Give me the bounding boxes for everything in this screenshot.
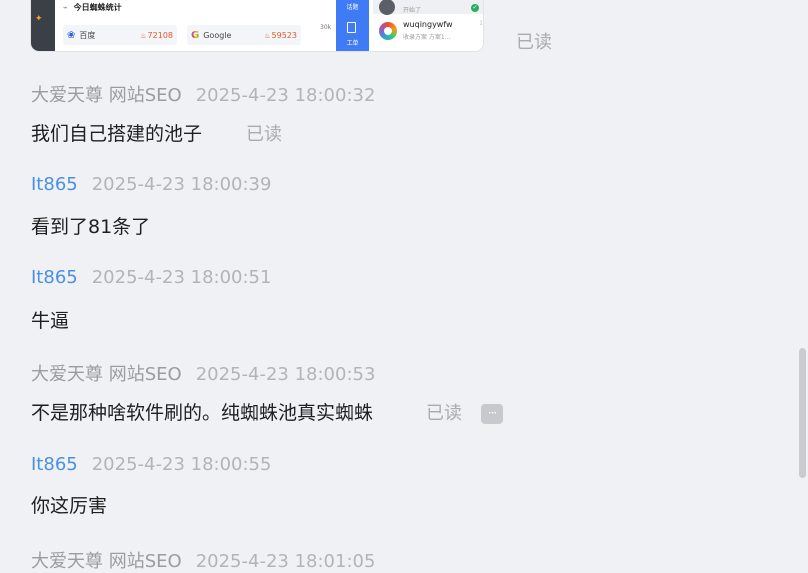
stat-card-baidu: ❀ 百度 72108: [63, 25, 177, 45]
sender-name[interactable]: It865: [31, 267, 78, 288]
chart-icon: ⌁: [63, 3, 68, 12]
message-content[interactable]: 我们自己搭建的池子: [31, 119, 202, 146]
axis-tick-label: 30k: [320, 24, 332, 31]
message-image-attachment[interactable]: ✦ ✦ ⌁ 今日蜘蛛统计 ❀ 百度 72108 G Google 59523 3…: [31, 0, 483, 51]
sender-name[interactable]: 大爱天尊 网站SEO: [31, 364, 182, 385]
contact-name: wuqingywfw: [403, 20, 453, 29]
contact-subtitle: 收录方案 方案1...: [403, 34, 451, 41]
sender-name[interactable]: It865: [31, 454, 78, 475]
message-time: 2025-4-23 18:00:32: [195, 85, 376, 106]
read-status: 已读: [516, 32, 552, 53]
message-time: 2025-4-23 18:00:55: [91, 454, 272, 475]
more-options-button[interactable]: ···: [481, 404, 503, 424]
sender-name[interactable]: It865: [31, 174, 78, 195]
spider-stats-panel: ⌁ 今日蜘蛛统计 ❀ 百度 72108 G Google 59523: [59, 0, 307, 51]
document-icon: [347, 22, 356, 33]
contact-row: 开始了 ✓: [373, 0, 483, 15]
message-time: 2025-4-23 18:00:53: [195, 364, 376, 385]
message-content[interactable]: 你这厉害: [31, 491, 107, 518]
nav-label: 话题: [346, 4, 359, 11]
stat-engine-name: 百度: [79, 30, 96, 40]
scrollbar-track[interactable]: [796, 0, 808, 573]
stat-card-google: G Google 59523: [187, 25, 301, 45]
message-time: 2025-4-23 18:01:05: [195, 551, 376, 572]
avatar: [379, 22, 397, 40]
message-content[interactable]: 牛逼: [31, 306, 69, 333]
star-icon: ✦: [35, 0, 43, 3]
read-status: 已读: [246, 124, 282, 145]
pin-icon: ✦: [35, 14, 43, 24]
chart-axis: 30k: [318, 0, 336, 51]
stat-count: 59523: [264, 31, 297, 40]
message-time: 2025-4-23 18:00:39: [91, 174, 272, 195]
sender-name[interactable]: 大爱天尊 网站SEO: [31, 85, 182, 106]
scrollbar-thumb[interactable]: [799, 348, 806, 478]
message-header: 大爱天尊 网站SEO 2025-4-23 18:00:53: [31, 360, 375, 386]
message-time: 2025-4-23 18:00:51: [91, 267, 272, 288]
message-header: It865 2025-4-23 18:00:55: [31, 454, 271, 475]
contact-subtitle: 开始了: [403, 7, 422, 14]
message-content[interactable]: 看到了81条了: [31, 212, 150, 239]
stats-title: 今日蜘蛛统计: [73, 3, 122, 12]
message-header: 大爱天尊 网站SEO 2025-4-23 18:00:32: [31, 81, 375, 107]
image-sidebar: ✦ ✦: [31, 0, 55, 51]
chat-message-list: ✦ ✦ ⌁ 今日蜘蛛统计 ❀ 百度 72108 G Google 59523 3…: [0, 0, 796, 573]
read-status: 已读: [426, 403, 462, 424]
baidu-paw-icon: ❀: [67, 29, 76, 41]
google-g-icon: G: [191, 29, 200, 41]
message-header: It865 2025-4-23 18:00:39: [31, 174, 271, 195]
message-content[interactable]: 不是那种啥软件刷的。纯蜘蛛池真实蜘蛛: [31, 398, 373, 425]
contact-list: 开始了 ✓ wuqingywfw 收录方案 方案1... 1: [373, 0, 483, 51]
contact-count: 1: [479, 20, 483, 27]
message-header: 大爱天尊 网站SEO 2025-4-23 18:01:05: [31, 547, 375, 573]
message-header: It865 2025-4-23 18:00:51: [31, 267, 271, 288]
stat-engine-name: Google: [203, 30, 232, 40]
sender-name[interactable]: 大爱天尊 网站SEO: [31, 551, 182, 572]
avatar: [379, 0, 395, 15]
stat-count: 72108: [140, 31, 173, 40]
check-icon: ✓: [471, 4, 479, 12]
image-nav-rail: 话题 工单: [336, 0, 369, 51]
nav-label: 工单: [346, 40, 359, 47]
